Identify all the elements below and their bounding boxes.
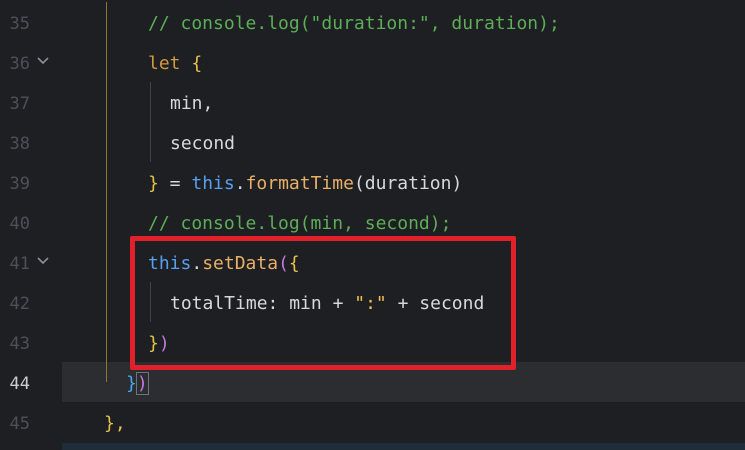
line-number: 39 bbox=[9, 174, 30, 194]
indent-guide bbox=[106, 122, 107, 162]
code-token: } bbox=[148, 173, 159, 194]
fold-chevron-down-icon[interactable] bbox=[34, 54, 52, 68]
next-line-strip bbox=[62, 443, 745, 450]
code-line-36[interactable]: 36 let { bbox=[0, 42, 745, 82]
line-number: 44 bbox=[9, 374, 30, 394]
line-number: 41 bbox=[9, 254, 30, 274]
line-number: 36 bbox=[9, 54, 30, 74]
code-text[interactable]: // console.log("duration:", duration); bbox=[148, 2, 560, 42]
highlight-annotation-box bbox=[130, 236, 516, 370]
indent-guide bbox=[150, 122, 151, 162]
line-number: 45 bbox=[9, 414, 30, 434]
line-number: 43 bbox=[9, 334, 30, 354]
line-number: 42 bbox=[9, 294, 30, 314]
code-line-39[interactable]: 39 } = this.formatTime(duration) bbox=[0, 162, 745, 202]
code-token: this bbox=[191, 173, 235, 194]
code-token: (duration) bbox=[353, 173, 463, 194]
code-token: // console.log("duration:", duration); bbox=[148, 13, 560, 34]
code-editor[interactable]: 35 // console.log("duration:", duration)… bbox=[0, 0, 745, 450]
code-token: // console.log(min, second); bbox=[148, 213, 452, 234]
code-text[interactable]: } = this.formatTime(duration) bbox=[148, 162, 462, 202]
code-token: let bbox=[148, 53, 192, 74]
indent-guide bbox=[106, 82, 107, 122]
code-token: ) bbox=[135, 372, 149, 395]
indent-guide bbox=[106, 2, 107, 42]
code-token: formatTime bbox=[245, 173, 354, 194]
code-line-45[interactable]: 45 }, bbox=[0, 402, 745, 442]
indent-guide bbox=[106, 362, 107, 382]
code-text[interactable]: second bbox=[170, 122, 235, 162]
indent-guide bbox=[106, 42, 107, 82]
code-token: } bbox=[126, 373, 137, 394]
code-line-37[interactable]: 37 min, bbox=[0, 82, 745, 122]
code-token: . bbox=[234, 173, 246, 194]
code-text[interactable]: min, bbox=[170, 82, 213, 122]
indent-guide bbox=[106, 282, 107, 322]
line-number: 37 bbox=[9, 94, 30, 114]
indent-guide bbox=[106, 202, 107, 242]
code-text[interactable]: }, bbox=[104, 402, 126, 442]
code-token: }, bbox=[104, 413, 126, 434]
code-token: min, bbox=[170, 93, 214, 114]
indent-guide bbox=[106, 242, 107, 282]
code-token: = bbox=[158, 173, 192, 194]
code-line-38[interactable]: 38 second bbox=[0, 122, 745, 162]
indent-guide bbox=[106, 322, 107, 362]
indent-guide bbox=[106, 162, 107, 202]
line-number: 38 bbox=[9, 134, 30, 154]
code-token: { bbox=[191, 53, 203, 74]
indent-guide bbox=[150, 82, 151, 122]
code-token: second bbox=[170, 133, 236, 154]
code-text[interactable]: let { bbox=[148, 42, 202, 82]
code-line-35[interactable]: 35 // console.log("duration:", duration)… bbox=[0, 2, 745, 42]
line-number: 35 bbox=[9, 14, 30, 34]
fold-chevron-down-icon[interactable] bbox=[34, 254, 52, 268]
line-number: 40 bbox=[9, 214, 30, 234]
